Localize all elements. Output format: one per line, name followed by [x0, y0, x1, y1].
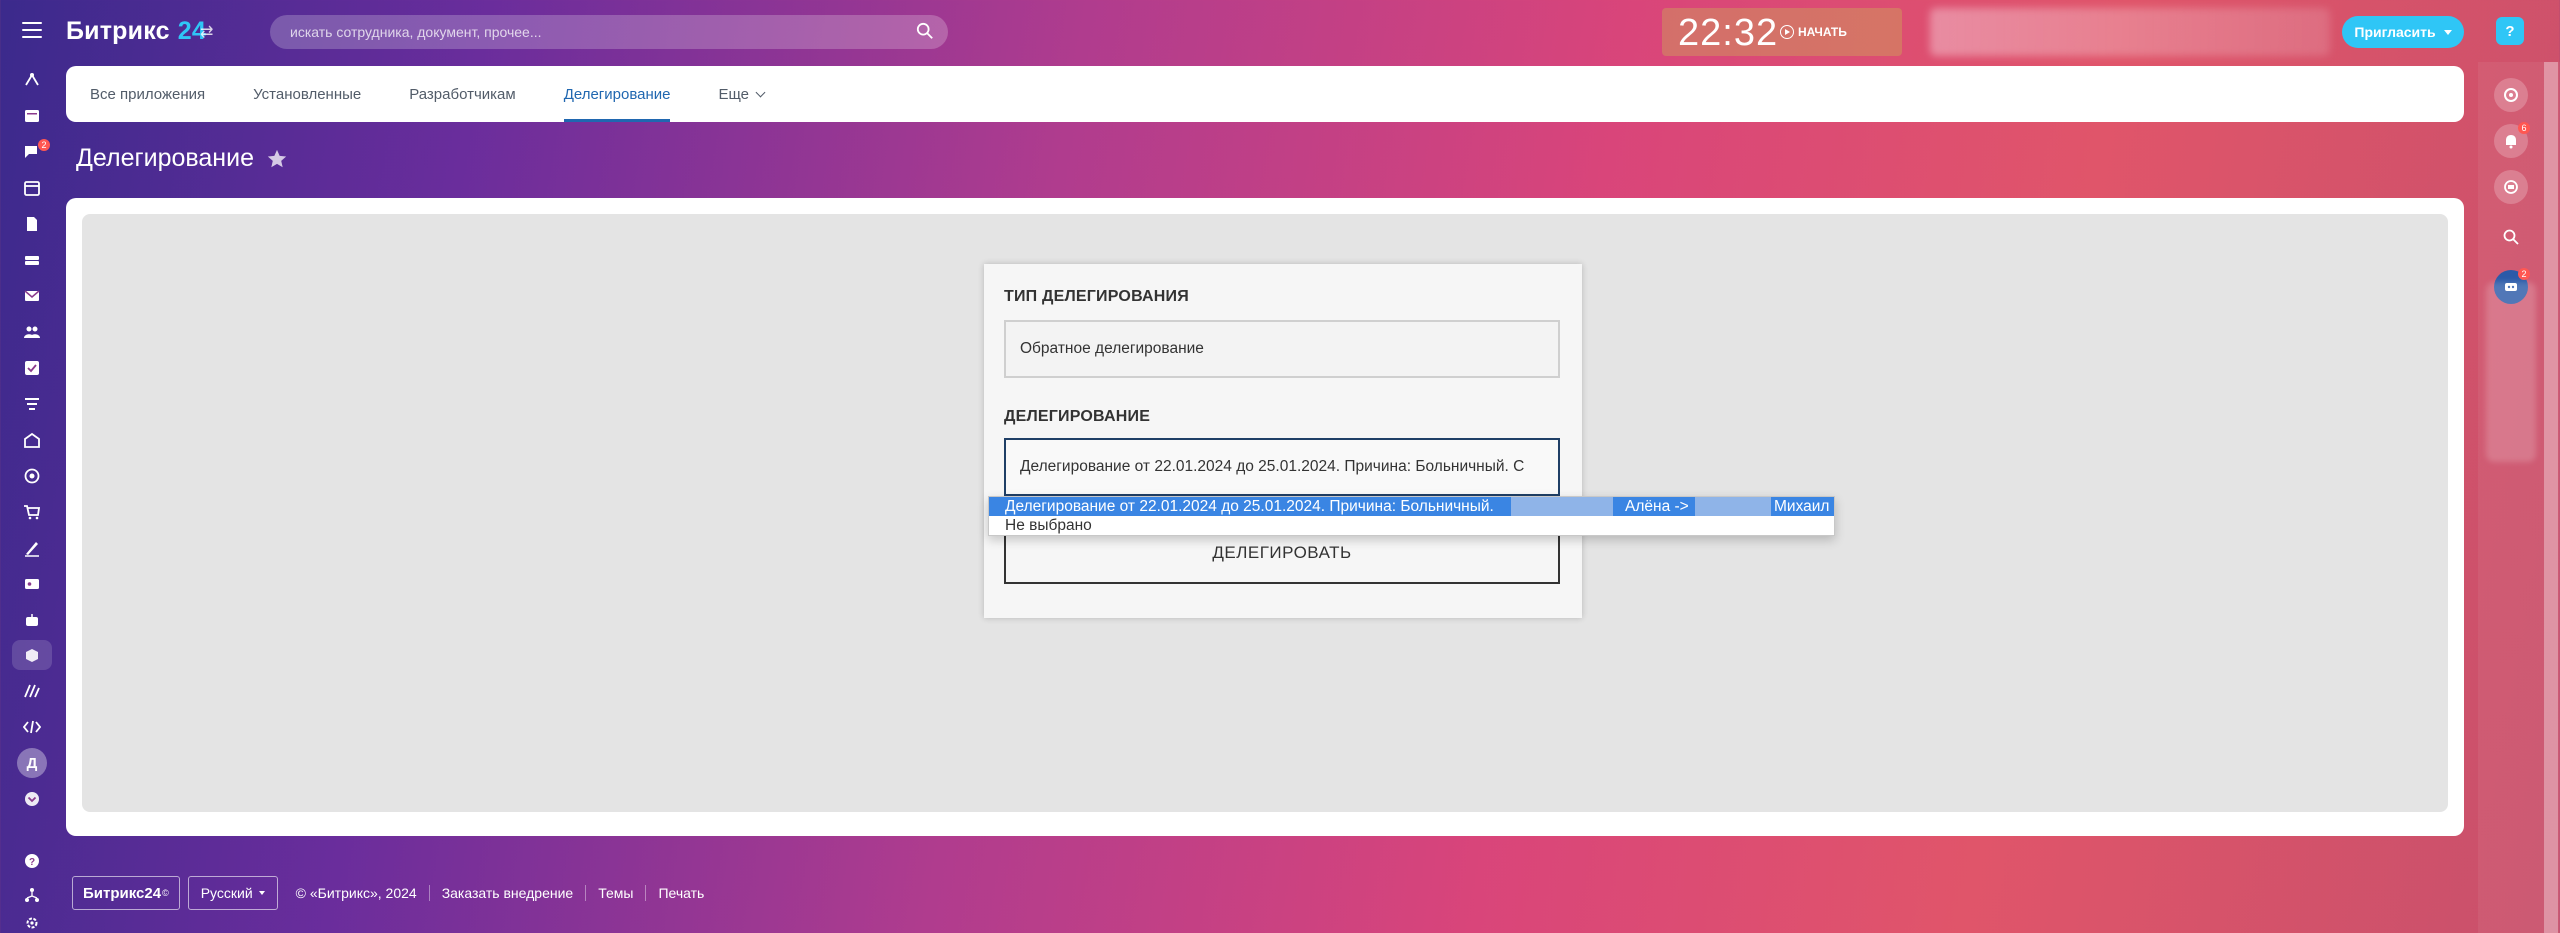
id-card-icon[interactable] — [12, 569, 52, 599]
settings-icon[interactable] — [12, 908, 52, 933]
option-text: Делегирование от 22.01.2024 до 25.01.202… — [1005, 498, 1494, 515]
clock: 22:32 — [1678, 12, 1779, 54]
tab-installed[interactable]: Установленные — [253, 66, 361, 122]
delegation-form: Тип делегирования Обратное делегирование… — [984, 264, 1582, 618]
tasks-icon[interactable] — [12, 101, 52, 131]
invite-label: Пригласить — [2354, 24, 2436, 40]
robot-icon[interactable] — [12, 605, 52, 635]
language-value: Русский — [200, 885, 253, 901]
chevron-down-icon — [755, 87, 766, 97]
svg-text:?: ? — [29, 857, 35, 868]
page-title-row: Делегирование — [76, 144, 288, 173]
start-label: НАЧАТЬ — [1798, 25, 1847, 39]
delegation-dropdown: Делегирование от 22.01.2024 до 25.01.202… — [988, 496, 1835, 536]
documents-icon[interactable] — [12, 209, 52, 239]
start-workday-button[interactable]: НАЧАТЬ — [1780, 25, 1847, 39]
search-input[interactable] — [270, 15, 948, 49]
ai-icon[interactable] — [12, 676, 52, 706]
logo[interactable]: Битрикс 24 — [66, 17, 206, 46]
search-icon[interactable] — [916, 22, 934, 40]
tab-all-apps[interactable]: Все приложения — [90, 66, 205, 122]
star-icon[interactable] — [266, 148, 288, 170]
worktime-widget: 22:32 НАЧАТЬ — [1662, 8, 1902, 56]
footer-brand-text: Битрикс24 — [83, 884, 162, 902]
group-badge: 2 — [2518, 268, 2530, 280]
user-profile-blurred[interactable] — [1930, 8, 2330, 56]
option-to-name: Михаил — [1774, 498, 1830, 515]
help-button[interactable]: ? — [2496, 17, 2524, 45]
code-icon[interactable] — [12, 712, 52, 742]
feed-icon[interactable] — [12, 65, 52, 95]
sign-icon[interactable] — [12, 533, 52, 563]
footer: Битрикс24 © Русский © «Битрикс», 2024 Зак… — [72, 876, 716, 910]
delegation-label: Делегирование — [1004, 408, 1151, 425]
target-icon[interactable] — [12, 461, 52, 491]
copilot-icon[interactable] — [2494, 78, 2528, 112]
mail-icon[interactable] — [12, 281, 52, 311]
cart-icon[interactable] — [12, 497, 52, 527]
footer-link-order[interactable]: Заказать внедрение — [430, 885, 587, 901]
right-sidebar: 6 2 — [2478, 62, 2560, 933]
footer-link-print[interactable]: Печать — [646, 885, 716, 901]
help-label: ? — [2505, 22, 2515, 40]
chat-icon[interactable]: 2 — [12, 137, 52, 167]
invite-button[interactable]: Пригласить — [2342, 16, 2464, 48]
tab-bar: Все приложения Установленные Разработчик… — [66, 66, 2464, 122]
help-circle-icon[interactable]: ? — [12, 846, 52, 876]
tab-label: Делегирование — [563, 85, 671, 103]
tab-more[interactable]: Еще — [718, 66, 766, 122]
left-sidebar: 2 Д ? — [12, 62, 54, 933]
tab-label: Еще — [718, 85, 750, 103]
delegation-select[interactable]: Делегирование от 22.01.2024 до 25.01.202… — [1004, 438, 1560, 496]
tab-label: Разработчикам — [409, 85, 516, 103]
dropdown-option-selected[interactable]: Делегирование от 22.01.2024 до 25.01.202… — [989, 497, 1834, 516]
filter-icon[interactable] — [12, 389, 52, 419]
chat-badge: 2 — [38, 139, 50, 151]
calendar-icon[interactable] — [12, 173, 52, 203]
swap-arrows-icon[interactable]: ⇄ — [200, 22, 213, 42]
footer-brand[interactable]: Битрикс24 © — [72, 876, 180, 910]
redacted-name — [1695, 497, 1771, 516]
company-icon[interactable] — [12, 425, 52, 455]
type-label: Тип делегирования — [1004, 288, 1189, 305]
employees-icon[interactable] — [12, 317, 52, 347]
type-select[interactable]: Обратное делегирование — [1004, 320, 1560, 378]
tab-label: Установленные — [253, 85, 362, 103]
option-text: Не выбрано — [1005, 517, 1092, 534]
tab-developers[interactable]: Разработчикам — [409, 66, 515, 122]
drive-icon[interactable] — [12, 245, 52, 275]
messages-icon[interactable] — [2494, 170, 2528, 204]
bell-badge: 6 — [2518, 122, 2530, 134]
page-title: Делегирование — [76, 144, 254, 172]
checklist-icon[interactable] — [12, 353, 52, 383]
footer-link-themes[interactable]: Темы — [586, 885, 647, 901]
top-bar: Битрикс24 ⇄ 22:32 НАЧАТЬ Пригласить ? — [0, 0, 2560, 62]
more-icon[interactable] — [12, 784, 52, 814]
blurred-contacts[interactable] — [2486, 282, 2536, 462]
play-icon — [1780, 25, 1794, 39]
footer-brand-mark: © — [162, 888, 169, 898]
type-value: Обратное делегирование — [1020, 340, 1204, 357]
bell-icon[interactable]: 6 — [2494, 122, 2530, 158]
structure-icon[interactable] — [12, 880, 52, 910]
search-right-icon[interactable] — [2494, 220, 2528, 254]
footer-copyright: © «Битрикс», 2024 — [284, 885, 430, 901]
dropdown-option-none[interactable]: Не выбрано — [989, 516, 1834, 535]
footer-links: © «Битрикс», 2024 Заказать внедрение Тем… — [284, 885, 717, 901]
delegation-value: Делегирование от 22.01.2024 до 25.01.202… — [1020, 458, 1525, 475]
market-icon[interactable] — [12, 640, 52, 670]
avatar-button[interactable]: Д — [12, 748, 52, 778]
caret-down-icon — [258, 891, 265, 895]
redacted-name — [1511, 497, 1613, 516]
option-from-name: Алёна -> — [1625, 498, 1689, 515]
avatar: Д — [17, 748, 47, 778]
tab-delegation[interactable]: Делегирование — [563, 66, 671, 122]
language-select[interactable]: Русский — [187, 876, 278, 910]
tab-label: Все приложения — [90, 85, 206, 103]
scrollbar[interactable] — [2544, 62, 2558, 933]
caret-down-icon — [2443, 29, 2452, 35]
menu-icon[interactable] — [22, 22, 42, 38]
logo-text: Битрикс — [66, 17, 170, 45]
